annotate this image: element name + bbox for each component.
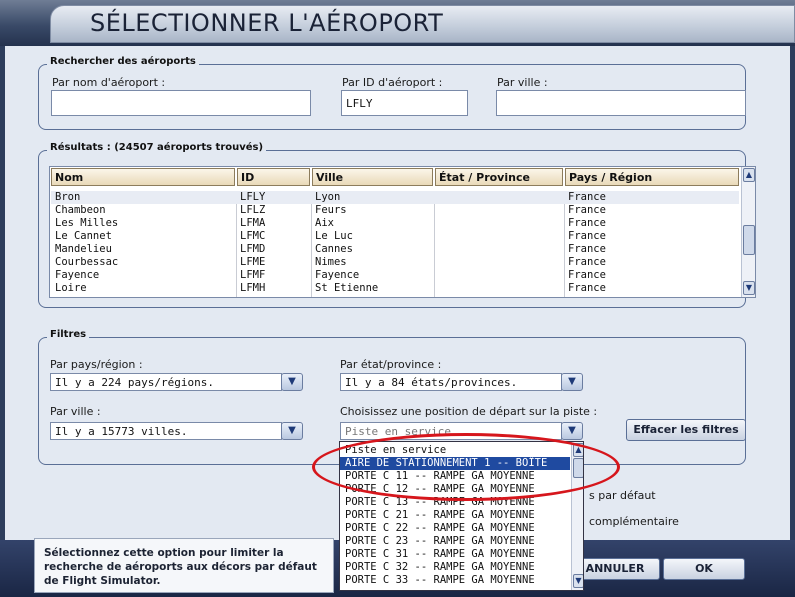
results-legend: Résultats : (24507 aéroports trouvés)	[47, 142, 267, 153]
table-row[interactable]: Loire LFMH St Etienne France	[51, 282, 739, 295]
window-title: SÉLECTIONNER L'AÉROPORT	[90, 9, 444, 37]
filters-legend: Filtres	[47, 329, 90, 340]
dropdown-item[interactable]: PORTE C 21 -- RAMPE GA MOYENNE	[340, 509, 570, 522]
cell-pays: France	[568, 269, 606, 281]
cell-id: LFMC	[240, 230, 266, 242]
state-filter-select[interactable]: Il y a 84 états/provinces.	[340, 373, 562, 391]
cell-ville: Feurs	[315, 204, 347, 216]
dropdown-item[interactable]: PORTE C 33 -- RAMPE GA MOYENNE	[340, 574, 570, 587]
results-table: Nom ID Ville État / Province Pays / Régi…	[49, 166, 756, 298]
table-row[interactable]: Les Milles LFMA Aix France	[51, 217, 739, 230]
search-group-legend: Rechercher des aéroports	[47, 56, 199, 67]
table-row[interactable]: Fayence LFMF Fayence France	[51, 269, 739, 282]
cell-id: LFMH	[240, 282, 266, 294]
addon-scenery-option-label[interactable]: complémentaire	[589, 515, 679, 528]
ok-button[interactable]: OK	[663, 558, 745, 580]
table-row[interactable]: Chambeon LFLZ Feurs France	[51, 204, 739, 217]
cell-nom: Fayence	[55, 269, 100, 281]
scroll-up-arrow-icon[interactable]: ▲	[743, 168, 755, 182]
chevron-down-icon[interactable]: ▼	[281, 373, 303, 391]
cell-nom: Mandelieu	[55, 243, 112, 255]
cell-id: LFMA	[240, 217, 266, 229]
cell-pays: France	[568, 217, 606, 229]
results-scrollbar[interactable]: ▲ ▼	[741, 167, 755, 297]
annotation-circle	[312, 433, 620, 501]
dropdown-item[interactable]: PORTE C 23 -- RAMPE GA MOYENNE	[340, 535, 570, 548]
country-filter-label: Par pays/région :	[50, 358, 143, 371]
cell-id: LFLZ	[240, 204, 266, 216]
by-id-label: Par ID d'aéroport :	[342, 76, 443, 89]
by-name-label: Par nom d'aéroport :	[52, 76, 166, 89]
chevron-down-icon[interactable]: ▼	[561, 373, 583, 391]
cell-nom: Chambeon	[55, 204, 106, 216]
cell-nom: Le Cannet	[55, 230, 112, 242]
cell-pays: France	[568, 256, 606, 268]
chevron-down-icon[interactable]: ▼	[281, 422, 303, 440]
table-row[interactable]: Le Cannet LFMC Le Luc France	[51, 230, 739, 243]
table-row[interactable]: Mandelieu LFMD Cannes France	[51, 243, 739, 256]
cell-nom: Courbessac	[55, 256, 119, 268]
by-city-label: Par ville :	[497, 76, 548, 89]
cell-id: LFLY	[240, 191, 266, 203]
cell-ville: Cannes	[315, 243, 353, 255]
dropdown-item[interactable]: PORTE C 32 -- RAMPE GA MOYENNE	[340, 561, 570, 574]
cell-id: LFMD	[240, 243, 266, 255]
airport-name-input[interactable]	[51, 90, 311, 116]
cell-pays: France	[568, 230, 606, 242]
table-row[interactable]: Courbessac LFME Nimes France	[51, 256, 739, 269]
chevron-down-icon[interactable]: ▼	[561, 422, 583, 440]
runway-position-label: Choisissez une position de départ sur la…	[340, 405, 598, 418]
city-filter-label: Par ville :	[50, 405, 101, 418]
default-scenery-option-label[interactable]: s par défaut	[589, 489, 656, 502]
cell-nom: Bron	[55, 191, 81, 203]
scroll-down-arrow-icon[interactable]: ▼	[743, 281, 755, 295]
cell-ville: Aix	[315, 217, 334, 229]
col-header-nom[interactable]: Nom	[51, 168, 235, 186]
cell-ville: Fayence	[315, 269, 360, 281]
cell-nom: Loire	[55, 282, 87, 294]
clear-filters-button[interactable]: Effacer les filtres	[626, 419, 746, 441]
cell-ville: Le Luc	[315, 230, 353, 242]
cell-id: LFME	[240, 256, 266, 268]
cell-ville: Nimes	[315, 256, 347, 268]
scroll-thumb[interactable]	[743, 225, 755, 255]
cell-pays: France	[568, 204, 606, 216]
country-filter-select[interactable]: Il y a 224 pays/régions.	[50, 373, 282, 391]
city-input[interactable]	[496, 90, 746, 116]
col-header-pays[interactable]: Pays / Région	[565, 168, 739, 186]
dropdown-item[interactable]: PORTE C 31 -- RAMPE GA MOYENNE	[340, 548, 570, 561]
cell-pays: France	[568, 191, 606, 203]
cell-pays: France	[568, 282, 606, 294]
cell-pays: France	[568, 243, 606, 255]
col-header-ville[interactable]: Ville	[312, 168, 433, 186]
city-filter-select[interactable]: Il y a 15773 villes.	[50, 422, 282, 440]
table-row[interactable]: Bron LFLY Lyon France	[51, 191, 739, 204]
airport-id-input[interactable]: LFLY	[341, 90, 468, 116]
col-header-id[interactable]: ID	[237, 168, 310, 186]
cell-ville: St Etienne	[315, 282, 379, 294]
cell-nom: Les Milles	[55, 217, 119, 229]
col-header-etat[interactable]: État / Province	[435, 168, 563, 186]
cell-ville: Lyon	[315, 191, 341, 203]
dropdown-item[interactable]: PORTE C 22 -- RAMPE GA MOYENNE	[340, 522, 570, 535]
help-text: Sélectionnez cette option pour limiter l…	[44, 547, 317, 587]
scroll-down-arrow-icon[interactable]: ▼	[573, 574, 583, 588]
state-filter-label: Par état/province :	[340, 358, 442, 371]
cell-id: LFMF	[240, 269, 266, 281]
